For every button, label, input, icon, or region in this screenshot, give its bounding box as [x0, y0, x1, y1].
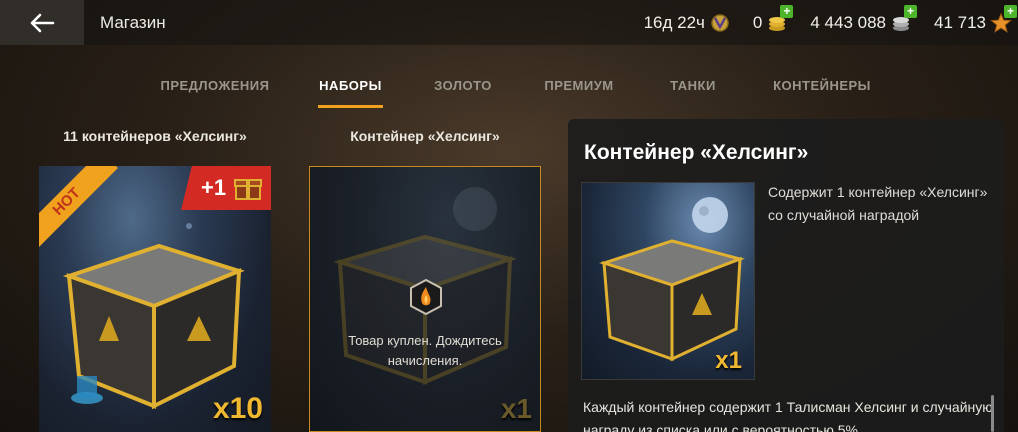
tab-tanks[interactable]: ТАНКИ	[662, 62, 724, 108]
buy-gold-plus-icon[interactable]: +	[780, 4, 794, 18]
card-title: 11 контейнеров «Хелсинг»	[63, 128, 247, 144]
bundle-card-11-containers[interactable]: HOT +1 x10	[39, 166, 271, 432]
free-xp-balance[interactable]: 41 713 +	[934, 4, 1017, 34]
card-title: Контейнер «Хелсинг»	[350, 128, 500, 144]
credits-balance[interactable]: 4 443 088 +	[810, 4, 917, 34]
quantity-label: x1	[715, 347, 742, 374]
arrow-left-icon	[30, 13, 55, 32]
free-xp-icon: +	[990, 4, 1017, 34]
bonus-count: +1	[201, 175, 227, 200]
gold-icon: +	[766, 4, 794, 34]
convert-xp-plus-icon[interactable]: +	[1004, 4, 1017, 18]
helsing-emblem-icon	[410, 279, 442, 315]
detail-description: Содержит 1 контейнер «Хелсинг» со случай…	[768, 184, 988, 223]
premium-icon	[709, 12, 731, 34]
tab-bundles[interactable]: НАБОРЫ	[318, 62, 383, 108]
quantity-label: x10	[212, 392, 263, 425]
free-xp-value: 41 713	[934, 12, 986, 32]
currency-bar: 16д 22ч 0 + 4 443 088 + 41 713 +	[644, 0, 1018, 45]
tab-bar: ПРЕДЛОЖЕНИЯ НАБОРЫ ЗОЛОТО ПРЕМИУМ ТАНКИ …	[0, 62, 1018, 110]
detail-panel: Контейнер «Хелсинг» x1 Содержит 1 контей…	[568, 119, 1004, 432]
tab-offers[interactable]: ПРЕДЛОЖЕНИЯ	[150, 62, 280, 108]
buy-credits-plus-icon[interactable]: +	[904, 4, 917, 18]
quantity-label: x1	[500, 393, 532, 424]
premium-time-value: 16д 22ч	[643, 12, 705, 32]
tab-containers[interactable]: КОНТЕЙНЕРЫ	[762, 62, 882, 108]
tab-premium[interactable]: ПРЕМИУМ	[534, 62, 624, 108]
gold-balance[interactable]: 0 +	[752, 4, 794, 34]
detail-long-text: Каждый контейнер содержит 1 Талисман Хел…	[583, 399, 993, 432]
detail-image: x1	[581, 182, 755, 380]
top-bar: Магазин 16д 22ч 0 + 4 443 088 + 41 713 +	[0, 0, 1018, 45]
gift-box-icon	[234, 179, 263, 200]
gold-value: 0	[752, 12, 763, 32]
purchase-status-text: Товар куплен. Дождитесь начисления.	[348, 333, 502, 368]
bundle-card-single-container[interactable]: Товар куплен. Дождитесь начисления. x1	[309, 166, 541, 432]
bonus-badge: +1	[181, 166, 271, 210]
detail-title: Контейнер «Хелсинг»	[584, 141, 809, 164]
credits-value: 4 443 088	[810, 12, 886, 32]
tab-gold[interactable]: ЗОЛОТО	[425, 62, 501, 108]
premium-time[interactable]: 16д 22ч	[644, 12, 731, 34]
page-title: Магазин	[100, 12, 166, 32]
back-button[interactable]	[0, 0, 84, 45]
credits-icon: +	[890, 4, 917, 34]
detail-scrollbar[interactable]	[991, 395, 994, 432]
